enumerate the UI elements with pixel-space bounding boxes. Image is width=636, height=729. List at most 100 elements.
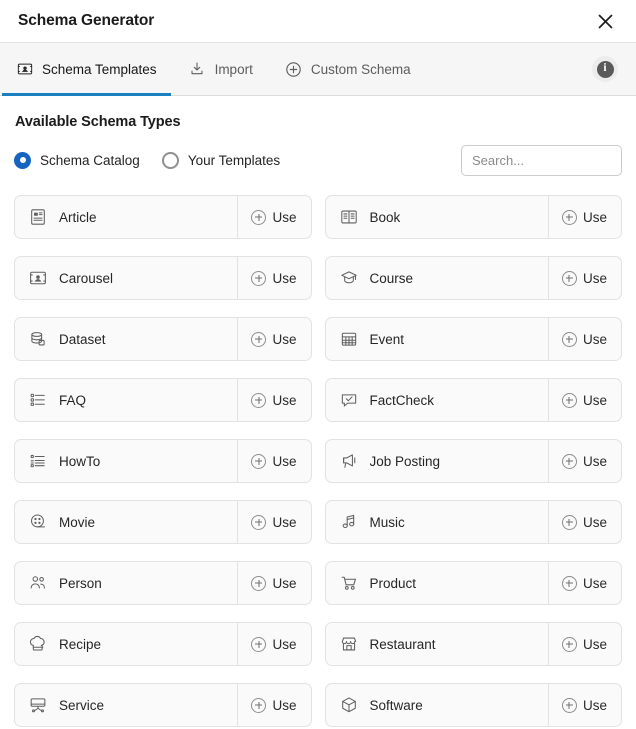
- plus-circle-icon: [562, 637, 577, 652]
- use-button-label: Use: [272, 515, 296, 530]
- package-icon: [339, 695, 359, 715]
- use-button[interactable]: Use: [548, 684, 621, 726]
- plus-circle-icon: [251, 271, 266, 286]
- plus-circle-icon: [562, 393, 577, 408]
- schema-card[interactable]: PersonUse: [14, 561, 312, 605]
- book-icon: [339, 207, 359, 227]
- music-note-icon: [339, 512, 359, 532]
- use-button[interactable]: Use: [237, 379, 310, 421]
- use-button[interactable]: Use: [237, 440, 310, 482]
- schema-card-label: Recipe: [59, 637, 237, 652]
- schema-card-label: Software: [370, 698, 548, 713]
- schema-card-label: Restaurant: [370, 637, 548, 652]
- use-button[interactable]: Use: [548, 562, 621, 604]
- megaphone-icon: [339, 451, 359, 471]
- use-button[interactable]: Use: [237, 257, 310, 299]
- list-icon: [28, 390, 48, 410]
- schema-card[interactable]: Service Use: [14, 683, 312, 727]
- use-button[interactable]: Use: [548, 196, 621, 238]
- schema-card[interactable]: Restaurant Use: [325, 622, 623, 666]
- search-input[interactable]: [461, 145, 622, 176]
- use-button-label: Use: [583, 576, 607, 591]
- tab-label: Import: [215, 62, 253, 77]
- schema-card-label: Carousel: [59, 271, 237, 286]
- schema-card[interactable]: Book Use: [325, 195, 623, 239]
- plus-circle-icon: [251, 515, 266, 530]
- plus-circle-icon: [251, 454, 266, 469]
- use-button-label: Use: [583, 332, 607, 347]
- storefront-icon: [339, 634, 359, 654]
- schema-type-grid: ArticleUseBookUseCarouselUseCourseUseDat…: [14, 195, 622, 727]
- tab-list: Schema Templates Import: [0, 43, 592, 95]
- plus-circle-icon: [251, 698, 266, 713]
- use-button-label: Use: [583, 698, 607, 713]
- plus-circle-icon: [562, 515, 577, 530]
- schema-card-label: Movie: [59, 515, 237, 530]
- schema-card[interactable]: CarouselUse: [14, 256, 312, 300]
- use-button[interactable]: Use: [548, 257, 621, 299]
- use-button-label: Use: [272, 454, 296, 469]
- use-button[interactable]: Use: [548, 379, 621, 421]
- schema-card-label: Service: [59, 698, 237, 713]
- use-button[interactable]: Use: [548, 501, 621, 543]
- tab-import[interactable]: Import: [173, 43, 269, 95]
- database-icon: [28, 329, 48, 349]
- use-button-label: Use: [272, 698, 296, 713]
- schema-card[interactable]: FactCheckUse: [325, 378, 623, 422]
- schema-card[interactable]: ArticleUse: [14, 195, 312, 239]
- tab-label: Custom Schema: [311, 62, 411, 77]
- use-button[interactable]: Use: [237, 684, 310, 726]
- radio-label: Your Templates: [188, 153, 280, 168]
- plus-circle-icon: [562, 271, 577, 286]
- schema-card[interactable]: Dataset Use: [14, 317, 312, 361]
- schema-card-label: Book: [370, 210, 548, 225]
- use-button[interactable]: Use: [548, 440, 621, 482]
- tab-schema-templates[interactable]: Schema Templates: [0, 43, 173, 95]
- use-button[interactable]: Use: [237, 318, 310, 360]
- schema-card[interactable]: MusicUse: [325, 500, 623, 544]
- schema-card-label: Job Posting: [370, 454, 548, 469]
- image-template-icon: [16, 61, 33, 78]
- radio-schema-catalog[interactable]: Schema Catalog: [14, 152, 140, 169]
- download-icon: [189, 61, 206, 78]
- use-button[interactable]: Use: [237, 562, 310, 604]
- radio-mark-icon: [14, 152, 31, 169]
- dialog-title: Schema Generator: [18, 12, 154, 30]
- plus-circle-icon: [562, 454, 577, 469]
- schema-card[interactable]: ProductUse: [325, 561, 623, 605]
- plus-circle-icon: [251, 332, 266, 347]
- plus-circle-icon: [562, 698, 577, 713]
- use-button[interactable]: Use: [237, 501, 310, 543]
- graduation-cap-icon: [339, 268, 359, 288]
- schema-card[interactable]: CourseUse: [325, 256, 623, 300]
- section-title: Available Schema Types: [15, 114, 622, 130]
- schema-card[interactable]: RecipeUse: [14, 622, 312, 666]
- schema-card[interactable]: Movie Use: [14, 500, 312, 544]
- schema-card[interactable]: FAQUse: [14, 378, 312, 422]
- use-button-label: Use: [583, 637, 607, 652]
- use-button[interactable]: Use: [237, 196, 310, 238]
- use-button[interactable]: Use: [237, 623, 310, 665]
- dialog-titlebar: Schema Generator: [0, 0, 636, 43]
- schema-card[interactable]: Software Use: [325, 683, 623, 727]
- info-icon[interactable]: i: [592, 56, 618, 82]
- radio-your-templates[interactable]: Your Templates: [162, 152, 280, 169]
- chef-hat-icon: [28, 634, 48, 654]
- use-button[interactable]: Use: [548, 318, 621, 360]
- schema-card-label: FactCheck: [370, 393, 548, 408]
- schema-card[interactable]: EventUse: [325, 317, 623, 361]
- use-button-label: Use: [272, 210, 296, 225]
- schema-card-label: Dataset: [59, 332, 237, 347]
- schema-card-label: FAQ: [59, 393, 237, 408]
- use-button-label: Use: [583, 210, 607, 225]
- tab-custom-schema[interactable]: Custom Schema: [269, 43, 427, 95]
- film-reel-icon: [28, 512, 48, 532]
- close-icon[interactable]: [590, 6, 620, 36]
- schema-card-label: Music: [370, 515, 548, 530]
- calendar-icon: [339, 329, 359, 349]
- schema-card[interactable]: HowToUse: [14, 439, 312, 483]
- use-button-label: Use: [272, 332, 296, 347]
- use-button[interactable]: Use: [548, 623, 621, 665]
- radio-mark-icon: [162, 152, 179, 169]
- schema-card[interactable]: Job PostingUse: [325, 439, 623, 483]
